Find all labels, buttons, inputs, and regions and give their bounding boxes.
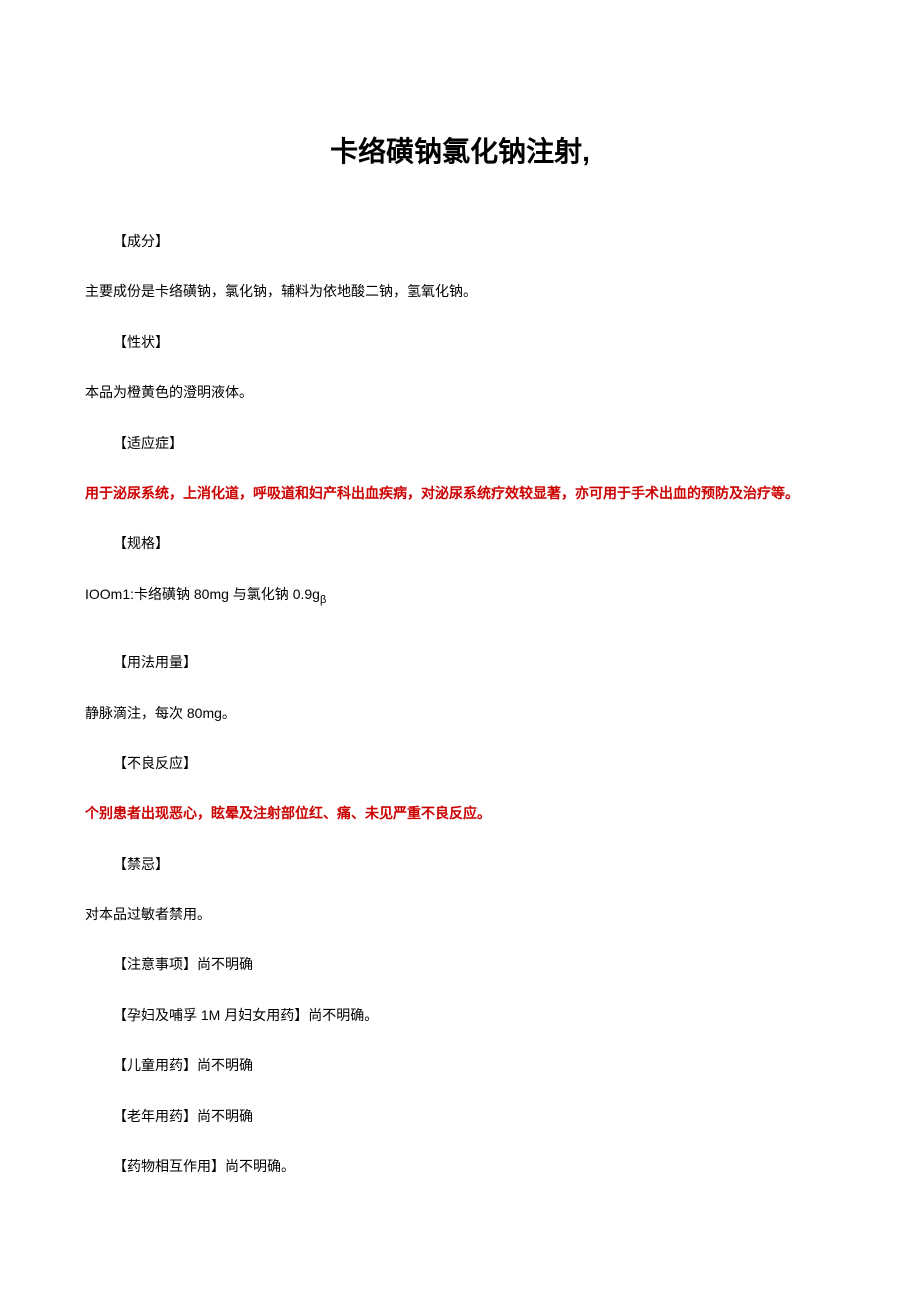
specification-label: 【规格】 (113, 532, 835, 554)
contraindications-label: 【禁忌】 (113, 853, 835, 875)
properties-label: 【性状】 (113, 331, 835, 353)
document-title: 卡络磺钠氯化钠注射, (85, 130, 835, 170)
dosage-text: 静脉滴注，每次 80mg。 (85, 702, 835, 724)
pregnancy-text: 【孕妇及哺孚 1M 月妇女用药】尚不明确。 (113, 1004, 835, 1026)
dosage-label: 【用法用量】 (113, 651, 835, 673)
contraindications-text: 对本品过敏者禁用。 (85, 903, 835, 925)
specification-text-main: IOOm1:卡络磺钠 80mg 与氯化钠 0.9g (85, 586, 320, 602)
indications-label: 【适应症】 (113, 432, 835, 454)
composition-label: 【成分】 (113, 230, 835, 252)
adverse-label: 【不良反应】 (113, 752, 835, 774)
document-page: 卡络磺钠氯化钠注射, 【成分】 主要成份是卡络磺钠，氯化钠，辅料为依地酸二钠，氢… (0, 0, 920, 1265)
pediatric-text: 【儿童用药】尚不明确 (113, 1054, 835, 1076)
interactions-text: 【药物相互作用】尚不明确。 (113, 1155, 835, 1177)
adverse-text: 个别患者出现恶心，眩晕及注射部位红、痛、未见严重不良反应。 (85, 802, 835, 824)
specification-text-sub: β (320, 594, 326, 606)
specification-text: IOOm1:卡络磺钠 80mg 与氯化钠 0.9gβ (85, 583, 835, 609)
precautions-text: 【注意事项】尚不明确 (113, 953, 835, 975)
indications-text: 用于泌尿系统，上消化道，呼吸道和妇产科出血疾病，对泌尿系统疗效较显著，亦可用于手… (85, 482, 835, 504)
composition-text: 主要成份是卡络磺钠，氯化钠，辅料为依地酸二钠，氢氧化钠。 (85, 280, 835, 302)
properties-text: 本品为橙黄色的澄明液体。 (85, 381, 835, 403)
geriatric-text: 【老年用药】尚不明确 (113, 1105, 835, 1127)
